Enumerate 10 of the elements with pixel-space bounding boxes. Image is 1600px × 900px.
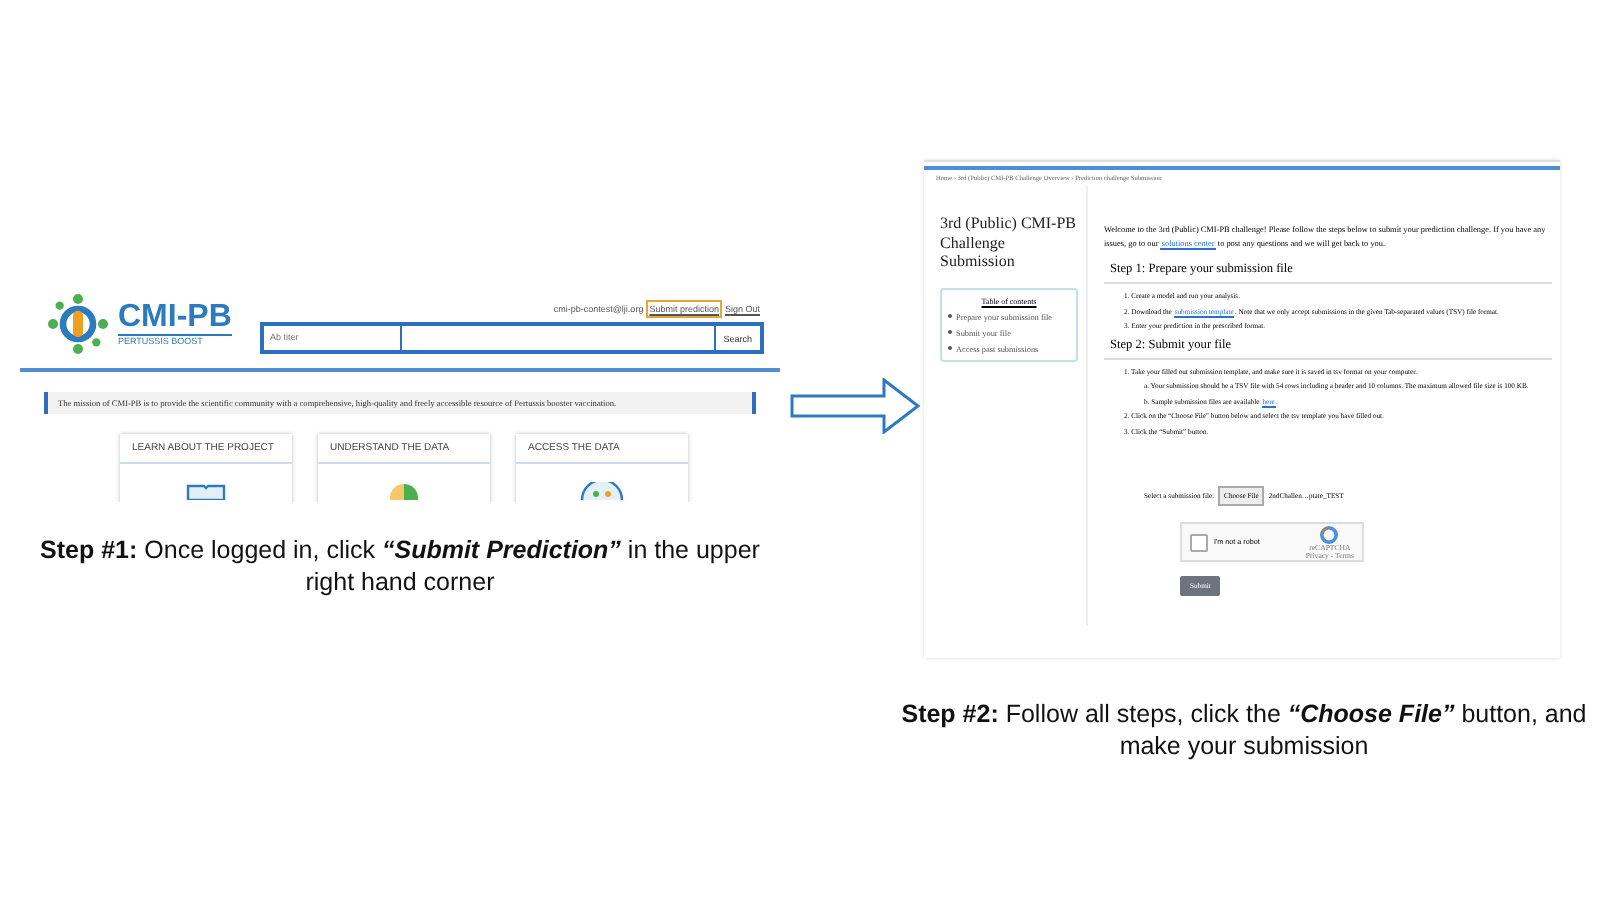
book-icon [186,482,226,500]
page-title: 3rd (Public) CMI-PB Challenge Submission [940,214,1078,271]
logo-text: CMI-PB [118,302,232,334]
search-field[interactable] [402,326,714,350]
recaptcha-logo-icon [1320,525,1339,543]
captcha-checkbox[interactable] [1190,533,1208,551]
right-arrow-icon [790,378,922,434]
pie-chart-icon [390,482,418,500]
step-2-caption: Step #2: Follow all steps, click the “Choose File” button, and make your submission [899,698,1589,762]
step-1-caption: Step #1: Once logged in, click “Submit Prediction” in the upper right hand corner [38,534,762,598]
